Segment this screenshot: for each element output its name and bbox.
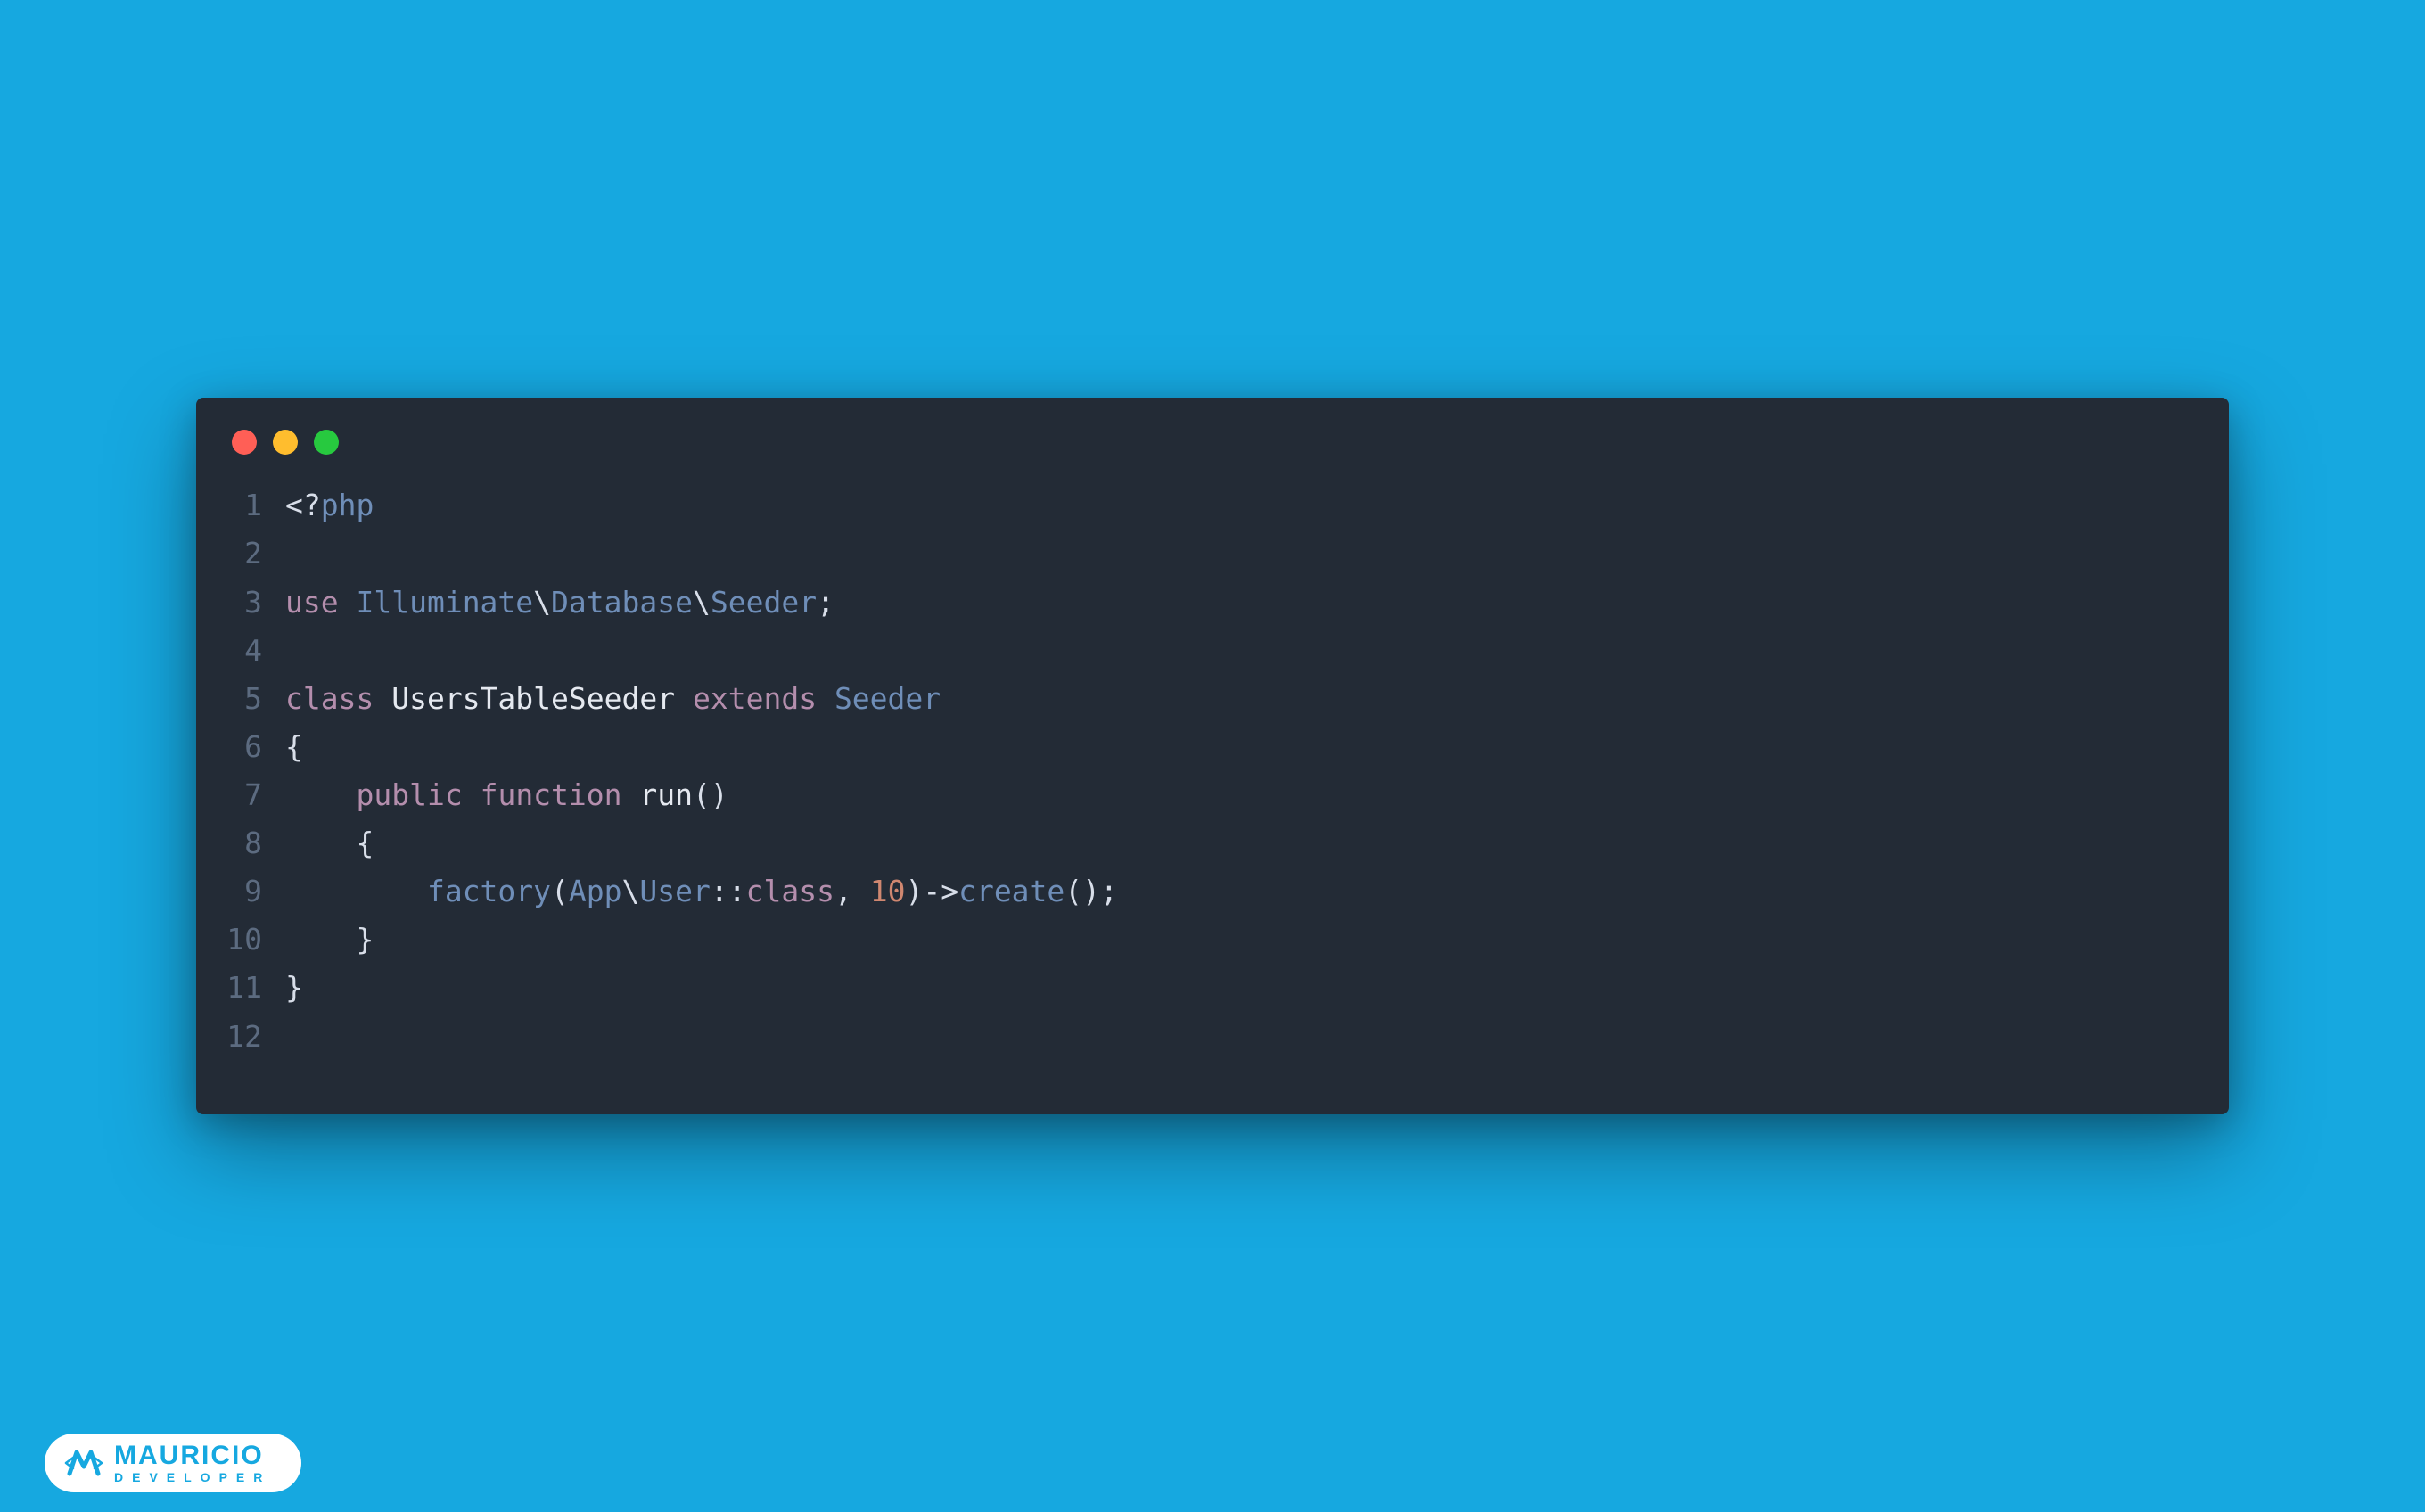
- token-keyword: public: [356, 777, 462, 812]
- token-punct: }: [285, 970, 303, 1005]
- token-punct: {: [356, 826, 374, 860]
- token-func: factory: [427, 874, 551, 908]
- token-keyword: class: [285, 681, 374, 716]
- line-number: 3: [196, 579, 285, 627]
- token-keyword: function: [481, 777, 622, 812]
- token-class: Seeder: [711, 585, 817, 620]
- code-line: 1<?php: [196, 481, 2193, 530]
- window-titlebar: [196, 398, 2229, 481]
- token-punct: \: [622, 874, 640, 908]
- token-default: [285, 874, 427, 908]
- minimize-icon[interactable]: [273, 430, 298, 455]
- line-content: [285, 627, 2193, 675]
- token-default: [463, 777, 481, 812]
- line-number: 1: [196, 481, 285, 530]
- code-line: 7 public function run(): [196, 771, 2193, 819]
- line-content: use Illuminate\Database\Seeder;: [285, 579, 2193, 627]
- line-content: }: [285, 916, 2193, 964]
- code-line: 9 factory(App\User::class, 10)->create()…: [196, 867, 2193, 916]
- badge-text: MAURICIO DEVELOPER: [114, 1442, 271, 1483]
- token-default: [339, 585, 357, 620]
- line-content: class UsersTableSeeder extends Seeder: [285, 675, 2193, 723]
- line-number: 4: [196, 627, 285, 675]
- token-class: User: [639, 874, 710, 908]
- author-badge: MAURICIO DEVELOPER: [45, 1434, 301, 1492]
- token-default: [622, 777, 640, 812]
- line-content: [285, 530, 2193, 578]
- line-content: <?php: [285, 481, 2193, 530]
- code-line: 12: [196, 1013, 2193, 1061]
- token-default: [374, 681, 391, 716]
- code-line: 2: [196, 530, 2193, 578]
- token-class: Seeder: [834, 681, 941, 716]
- close-icon[interactable]: [232, 430, 257, 455]
- code-line: 11}: [196, 964, 2193, 1012]
- token-punct: <?: [285, 488, 321, 522]
- token-punct: )->: [905, 874, 958, 908]
- token-class: App: [569, 874, 622, 908]
- line-content: public function run(): [285, 771, 2193, 819]
- token-default: [817, 681, 834, 716]
- token-punct: ::: [711, 874, 746, 908]
- token-class: Illuminate: [356, 585, 533, 620]
- line-number: 12: [196, 1013, 285, 1061]
- token-name: UsersTableSeeder: [391, 681, 675, 716]
- line-number: 10: [196, 916, 285, 964]
- line-number: 8: [196, 819, 285, 867]
- token-default: [285, 826, 356, 860]
- line-number: 9: [196, 867, 285, 916]
- code-line: 6{: [196, 723, 2193, 771]
- token-punct: ,: [834, 874, 870, 908]
- code-window: 1<?php23use Illuminate\Database\Seeder;4…: [196, 398, 2229, 1113]
- line-number: 6: [196, 723, 285, 771]
- badge-subtitle: DEVELOPER: [114, 1471, 271, 1483]
- token-keyword: use: [285, 585, 339, 620]
- token-punct: \: [693, 585, 711, 620]
- code-line: 10 }: [196, 916, 2193, 964]
- token-num: 10: [870, 874, 906, 908]
- token-name: run: [639, 777, 693, 812]
- logo-icon: [64, 1443, 103, 1483]
- line-content: factory(App\User::class, 10)->create();: [285, 867, 2193, 916]
- badge-title: MAURICIO: [114, 1442, 271, 1469]
- line-content: {: [285, 723, 2193, 771]
- code-line: 4: [196, 627, 2193, 675]
- token-keyword: class: [746, 874, 834, 908]
- code-line: 8 {: [196, 819, 2193, 867]
- line-content: }: [285, 964, 2193, 1012]
- line-number: 7: [196, 771, 285, 819]
- token-punct: ;: [817, 585, 834, 620]
- token-punct: }: [356, 922, 374, 957]
- maximize-icon[interactable]: [314, 430, 339, 455]
- token-punct: {: [285, 729, 303, 764]
- token-punct: \: [533, 585, 551, 620]
- line-number: 11: [196, 964, 285, 1012]
- token-default: [675, 681, 693, 716]
- token-method: create: [958, 874, 1065, 908]
- line-content: {: [285, 819, 2193, 867]
- code-line: 3use Illuminate\Database\Seeder;: [196, 579, 2193, 627]
- token-punct: (: [551, 874, 569, 908]
- token-class: Database: [551, 585, 693, 620]
- line-number: 5: [196, 675, 285, 723]
- token-default: [285, 777, 356, 812]
- code-block: 1<?php23use Illuminate\Database\Seeder;4…: [196, 481, 2229, 1060]
- line-number: 2: [196, 530, 285, 578]
- code-line: 5class UsersTableSeeder extends Seeder: [196, 675, 2193, 723]
- line-content: [285, 1013, 2193, 1061]
- token-tag: php: [321, 488, 374, 522]
- token-punct: (): [693, 777, 728, 812]
- token-keyword: extends: [693, 681, 817, 716]
- token-punct: ();: [1065, 874, 1118, 908]
- token-default: [285, 922, 356, 957]
